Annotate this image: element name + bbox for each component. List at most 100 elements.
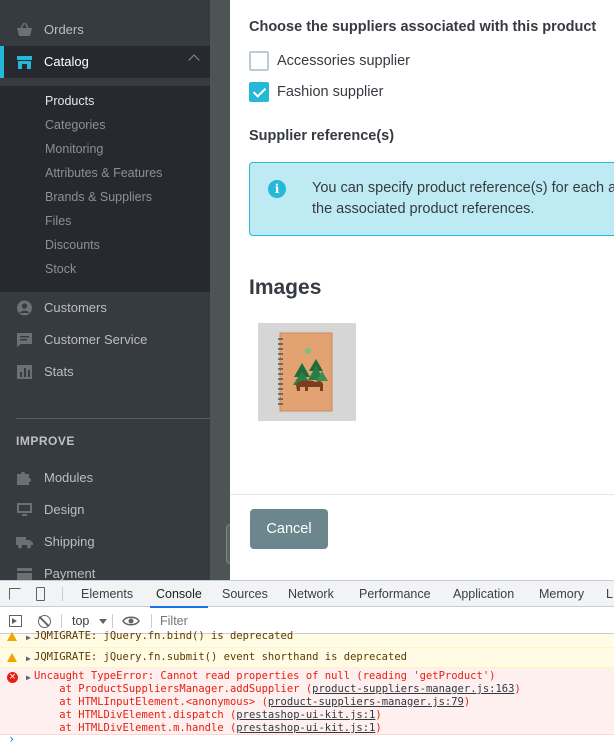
source-link[interactable]: product-suppliers-manager.js:163 — [312, 683, 514, 695]
tab-lighthouse[interactable]: L — [606, 581, 613, 607]
product-image-thumbnail[interactable] — [258, 323, 356, 421]
stack-frame: at HTMLDivElement.m.handle (prestashop-u… — [34, 722, 382, 734]
sidebar-item-catalog[interactable]: Catalog — [0, 46, 210, 78]
sidebar-item-label: Payment — [44, 566, 96, 580]
toolbar-divider — [151, 614, 152, 628]
toolbar-divider — [62, 587, 63, 601]
modal-footer: Cancel — [230, 494, 614, 580]
chat-icon — [17, 333, 32, 347]
supplier-option-accessories[interactable]: Accessories supplier — [249, 51, 410, 71]
active-indicator — [0, 46, 4, 78]
cancel-button[interactable]: Cancel — [250, 509, 328, 549]
bar-chart-icon — [17, 365, 32, 379]
submenu-item-discounts[interactable]: Discounts — [45, 237, 100, 253]
source-link[interactable]: product-suppliers-manager.js:79 — [268, 696, 464, 708]
toolbar-divider — [61, 614, 62, 628]
expand-triangle-icon[interactable]: ▶ — [26, 673, 31, 682]
dropdown-arrow-icon — [98, 619, 107, 625]
supplier-modal: Choose the suppliers associated with thi… — [230, 0, 614, 580]
alert-line: the associated product references. — [312, 201, 535, 217]
sidebar-item-orders[interactable]: Orders — [0, 14, 210, 46]
sidebar-item-label: Customer Service — [44, 332, 148, 347]
checkbox-label: Accessories supplier — [277, 53, 410, 69]
warning-icon — [7, 653, 17, 662]
suppliers-heading: Choose the suppliers associated with thi… — [249, 19, 597, 35]
stack-suffix: ) — [375, 722, 382, 734]
console-warning: ▶ JQMIGRATE: jQuery.fn.submit() event sh… — [0, 648, 614, 668]
stack-prefix: at HTMLDivElement.m.handle ( — [34, 722, 237, 734]
sidebar-item-customers[interactable]: Customers — [0, 292, 210, 324]
alert-text: You can specify product reference(s) for… — [312, 178, 614, 220]
store-icon — [17, 56, 32, 69]
console-filter-input[interactable] — [160, 612, 460, 630]
source-link[interactable]: prestashop-ui-kit.js:1 — [236, 722, 375, 734]
submenu-item-brands[interactable]: Brands & Suppliers — [45, 189, 152, 205]
section-heading-improve: IMPROVE — [16, 434, 75, 448]
info-alert: i You can specify product reference(s) f… — [249, 162, 614, 236]
alert-line: You can specify product reference(s) for… — [312, 180, 614, 196]
stack-prefix: at ProductSuppliersManager.addSupplier ( — [34, 683, 313, 695]
tab-performance[interactable]: Performance — [359, 581, 431, 607]
tab-elements[interactable]: Elements — [81, 581, 133, 607]
tab-console[interactable]: Console — [150, 581, 208, 608]
eye-icon[interactable] — [122, 615, 140, 627]
sidebar-item-label: Orders — [44, 22, 84, 37]
sidebar-item-label: Customers — [44, 300, 107, 315]
notebook-bear-image — [278, 332, 333, 412]
prestashop-admin: Orders Catalog Products Categories Monit… — [0, 0, 614, 580]
chevron-up-icon[interactable] — [188, 54, 200, 66]
sidebar-toggle-icon[interactable] — [9, 615, 22, 627]
tab-sources[interactable]: Sources — [222, 581, 268, 607]
tab-application[interactable]: Application — [453, 581, 514, 607]
sidebar-item-payment[interactable]: Payment — [0, 558, 210, 580]
devtools-tab-bar: Elements Console Sources Network Perform… — [0, 581, 614, 608]
console-error: × ▶ Uncaught TypeError: Cannot read prop… — [0, 668, 614, 735]
error-text: Uncaught TypeError: Cannot read properti… — [34, 670, 496, 682]
sidebar-item-modules[interactable]: Modules — [0, 462, 210, 494]
stack-prefix: at HTMLDivElement.dispatch ( — [34, 709, 237, 721]
supplier-option-fashion[interactable]: Fashion supplier — [249, 82, 383, 102]
sidebar-item-customer-service[interactable]: Customer Service — [0, 324, 210, 356]
sidebar: Orders Catalog Products Categories Monit… — [0, 0, 210, 580]
devtools-panel: Elements Console Sources Network Perform… — [0, 580, 614, 746]
clear-console-icon[interactable] — [38, 615, 51, 628]
console-warning: ▶ JQMIGRATE: jQuery.fn.bind() is depreca… — [0, 630, 614, 648]
sidebar-item-label: Stats — [44, 364, 74, 379]
checkbox-accessories[interactable] — [249, 51, 269, 71]
info-icon: i — [268, 180, 286, 198]
submenu-item-monitoring[interactable]: Monitoring — [45, 141, 103, 157]
submenu-item-files[interactable]: Files — [45, 213, 71, 229]
sidebar-item-label: Design — [44, 502, 85, 517]
console-messages: ▶ JQMIGRATE: jQuery.fn.bind() is depreca… — [0, 630, 614, 747]
sidebar-item-stats[interactable]: Stats — [0, 356, 210, 388]
basket-icon — [17, 22, 32, 36]
source-link[interactable]: prestashop-ui-kit.js:1 — [236, 709, 375, 721]
stack-suffix: ) — [514, 683, 521, 695]
submenu-item-categories[interactable]: Categories — [45, 117, 105, 133]
submenu-item-products[interactable]: Products — [45, 93, 94, 109]
sidebar-item-label: Modules — [44, 470, 94, 485]
context-value: top — [72, 614, 90, 628]
expand-triangle-icon[interactable]: ▶ — [26, 654, 31, 663]
tab-memory[interactable]: Memory — [539, 581, 584, 607]
sidebar-item-shipping[interactable]: Shipping — [0, 526, 210, 558]
console-prompt[interactable]: › — [0, 732, 614, 747]
device-toolbar-icon[interactable] — [36, 587, 45, 601]
tab-network[interactable]: Network — [288, 581, 334, 607]
truck-icon — [16, 537, 33, 549]
inspect-element-icon[interactable] — [9, 588, 21, 600]
warning-icon — [7, 632, 17, 641]
context-select[interactable]: top — [72, 614, 107, 628]
message-text: JQMIGRATE: jQuery.fn.bind() is deprecate… — [34, 630, 294, 642]
stack-prefix: at HTMLInputElement.<anonymous> ( — [34, 696, 268, 708]
checkbox-fashion[interactable] — [249, 82, 269, 102]
stack-suffix: ) — [375, 709, 382, 721]
sidebar-item-label: Catalog — [44, 54, 89, 69]
submenu-item-attributes[interactable]: Attributes & Features — [45, 165, 162, 181]
images-heading: Images — [249, 276, 322, 299]
card-icon — [17, 568, 32, 580]
expand-triangle-icon[interactable]: ▶ — [26, 633, 31, 642]
sidebar-item-design[interactable]: Design — [0, 494, 210, 526]
sidebar-item-label: Shipping — [44, 534, 95, 549]
submenu-item-stock[interactable]: Stock — [45, 261, 76, 277]
